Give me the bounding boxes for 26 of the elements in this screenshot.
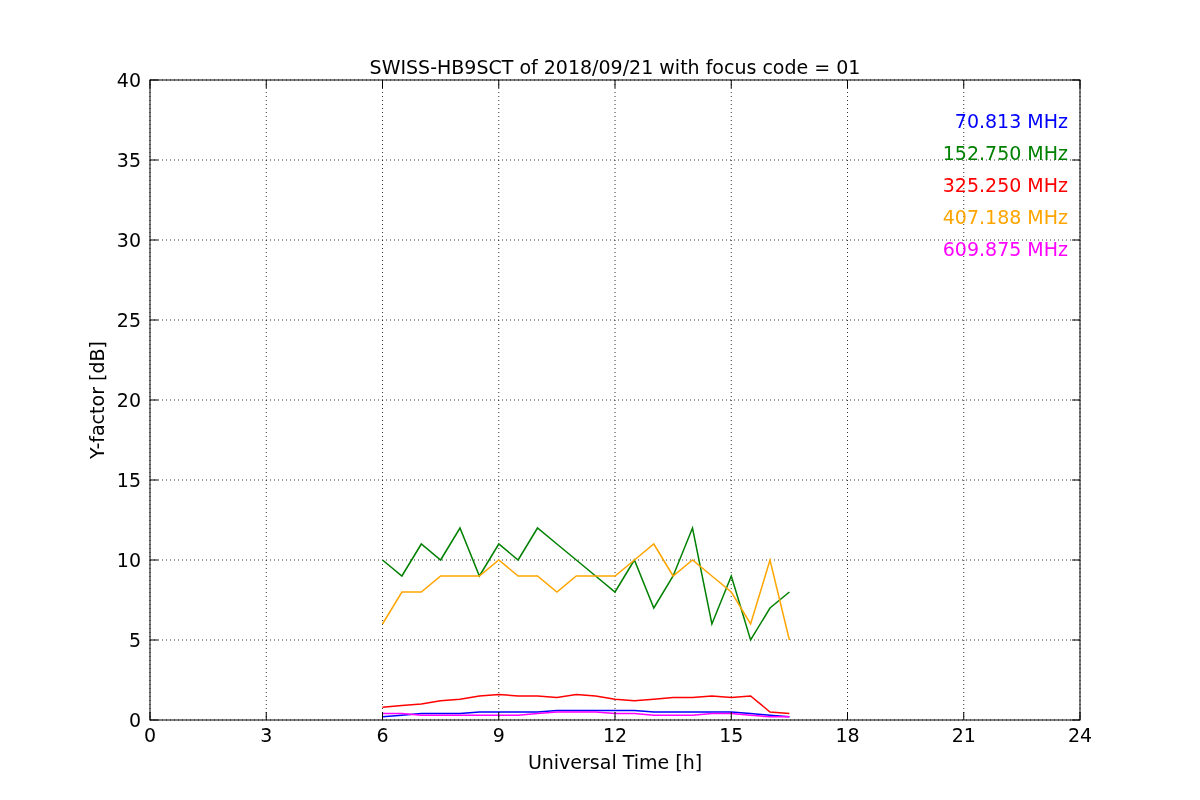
tick-label: 0	[128, 709, 141, 731]
legend-label: 152.750 MHz	[942, 142, 1068, 164]
tick-label: 0	[143, 724, 157, 746]
legend-label: 325.250 MHz	[942, 174, 1068, 196]
legend-label: 407.188 MHz	[942, 206, 1068, 228]
tick-label: 10	[116, 549, 141, 571]
tick-label: 40	[116, 69, 141, 91]
tick-label: 30	[116, 229, 141, 251]
tick-label: 15	[116, 469, 141, 491]
tick-label: 3	[260, 724, 273, 746]
tick-label: 21	[951, 724, 976, 746]
tick-label: 6	[376, 724, 389, 746]
tick-label: 35	[116, 149, 141, 171]
tick-label: 25	[116, 309, 141, 331]
tick-label: 18	[835, 724, 860, 746]
y-axis-label: Y-factor [dB]	[86, 341, 108, 459]
tick-label: 5	[128, 629, 141, 651]
tick-label: 20	[116, 389, 141, 411]
legend-label: 70.813 MHz	[954, 110, 1068, 132]
legend-label: 609.875 MHz	[942, 238, 1068, 260]
tick-label: 15	[719, 724, 744, 746]
tick-label: 9	[492, 724, 505, 746]
x-axis-label: Universal Time [h]	[527, 751, 703, 773]
chart-title: SWISS-HB9SCT of 2018/09/21 with focus code = 01	[369, 56, 861, 78]
tick-label: 12	[602, 724, 628, 746]
tick-label: 24	[1067, 724, 1093, 746]
